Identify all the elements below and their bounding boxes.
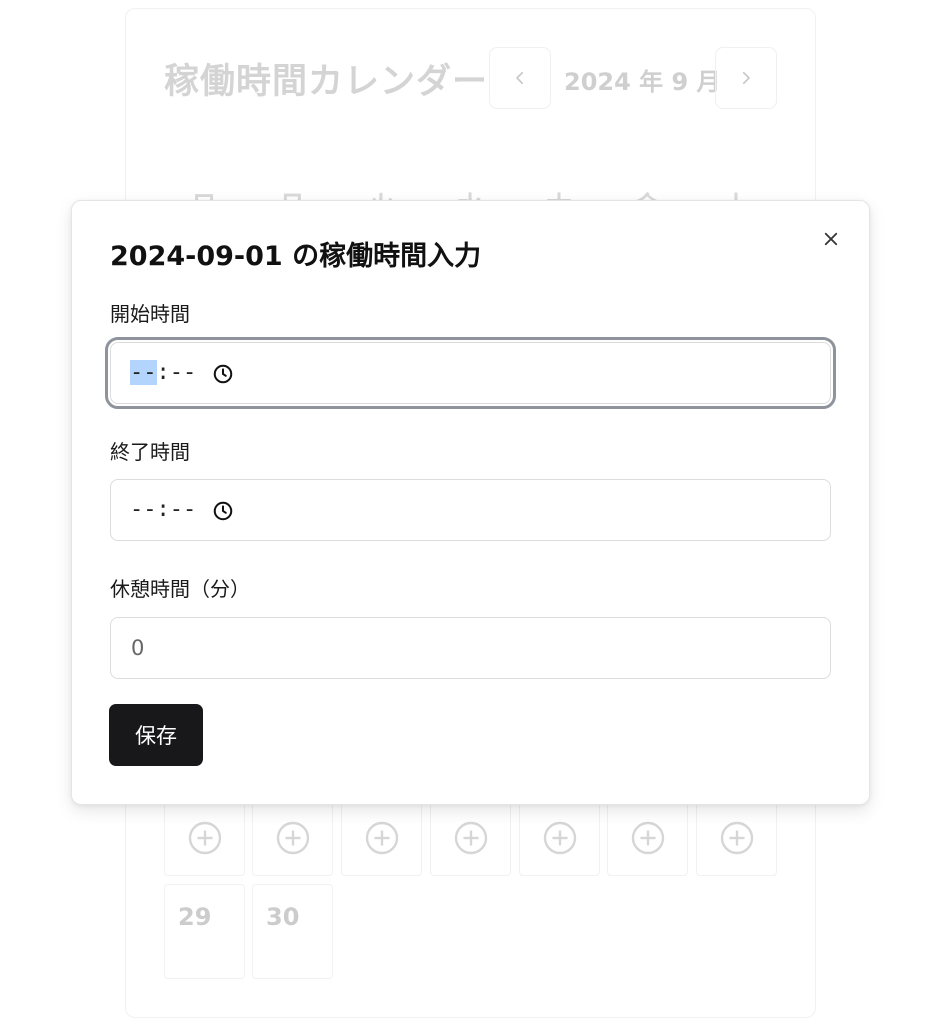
day-cell-add[interactable] bbox=[341, 800, 422, 876]
plus-circle-icon bbox=[365, 821, 398, 855]
clock-icon[interactable] bbox=[212, 500, 234, 522]
end-hours-segment[interactable]: -- bbox=[130, 497, 157, 522]
start-time-label: 開始時間 bbox=[110, 302, 190, 326]
break-minutes-value: 0 bbox=[131, 636, 145, 660]
next-month-button[interactable] bbox=[715, 47, 777, 109]
start-time-value[interactable]: --:-- bbox=[130, 360, 196, 385]
start-minutes-segment[interactable]: -- bbox=[170, 360, 197, 385]
time-separator: : bbox=[156, 497, 170, 522]
plus-circle-icon bbox=[276, 821, 309, 855]
day-cell-add[interactable] bbox=[607, 800, 688, 876]
day-number: 30 bbox=[266, 903, 300, 931]
end-time-input[interactable]: --:-- bbox=[110, 479, 831, 541]
plus-circle-icon bbox=[454, 821, 487, 855]
dialog-title: 2024-09-01 の稼働時間入力 bbox=[110, 241, 482, 272]
day-cell-29[interactable] bbox=[164, 884, 245, 979]
day-cell-add[interactable] bbox=[164, 800, 245, 876]
close-button[interactable] bbox=[816, 224, 846, 254]
plus-circle-icon bbox=[188, 821, 221, 855]
chevron-left-icon bbox=[516, 71, 524, 85]
day-number: 29 bbox=[178, 903, 212, 931]
end-time-value[interactable]: --:-- bbox=[130, 497, 196, 522]
day-cell-add[interactable] bbox=[696, 800, 777, 876]
break-minutes-input[interactable]: 0 bbox=[110, 617, 831, 679]
plus-circle-icon bbox=[720, 821, 753, 855]
save-button[interactable]: 保存 bbox=[109, 704, 203, 766]
prev-month-button[interactable] bbox=[489, 47, 551, 109]
end-time-label: 終了時間 bbox=[110, 440, 190, 464]
end-minutes-segment[interactable]: -- bbox=[170, 497, 197, 522]
start-time-input[interactable]: --:-- bbox=[105, 337, 836, 409]
start-hours-segment[interactable]: -- bbox=[130, 360, 157, 385]
day-cell-30[interactable] bbox=[252, 884, 333, 979]
day-cell-add[interactable] bbox=[252, 800, 333, 876]
plus-circle-icon bbox=[543, 821, 576, 855]
calendar-title: 稼働時間カレンダー bbox=[164, 62, 489, 102]
time-separator: : bbox=[156, 360, 170, 385]
break-time-label: 休憩時間（分） bbox=[110, 577, 250, 601]
calendar-month-label: 2024 年 9 月 bbox=[564, 68, 721, 96]
clock-icon[interactable] bbox=[212, 363, 234, 385]
day-cell-add[interactable] bbox=[519, 800, 600, 876]
plus-circle-icon bbox=[631, 821, 664, 855]
close-icon bbox=[824, 232, 838, 246]
chevron-right-icon bbox=[742, 71, 750, 85]
day-cell-add[interactable] bbox=[430, 800, 511, 876]
